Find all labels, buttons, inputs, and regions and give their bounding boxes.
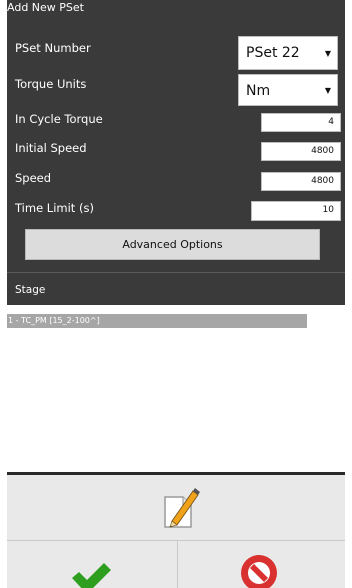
pencil-edit-icon [164,488,200,528]
torque-units-value: Nm [246,83,271,99]
advanced-options-button[interactable]: Advanced Options [25,229,320,260]
confirm-button[interactable] [7,541,178,588]
torque-units-select[interactable]: Nm ▼ [238,74,338,106]
initial-speed-label: Initial Speed [15,141,87,155]
stage-header-label: Stage [15,284,46,296]
pset-number-label: PSet Number [15,41,91,55]
speed-input[interactable]: 4800 [261,172,341,191]
pset-number-value: PSet 22 [246,45,300,61]
pset-number-select[interactable]: PSet 22 ▼ [238,36,338,70]
green-checkmark-icon [72,563,111,588]
chevron-down-icon: ▼ [324,86,331,95]
stage-list[interactable]: 1 - TC_PM [15_2-100^] [7,305,345,473]
speed-label: Speed [15,171,52,185]
chevron-down-icon: ▼ [324,49,331,58]
red-no-entry-icon [241,555,277,588]
cancel-button[interactable] [178,541,345,588]
dialog-title: Add New PSet [7,1,84,14]
stage-header: Stage [7,272,345,305]
action-button-area [7,475,345,588]
in-cycle-torque-input[interactable]: 4 [261,113,341,132]
time-limit-label: Time Limit (s) [15,201,94,215]
torque-units-label: Torque Units [15,77,87,91]
in-cycle-torque-label: In Cycle Torque [15,112,103,126]
time-limit-input[interactable]: 10 [251,201,341,221]
initial-speed-input[interactable]: 4800 [261,142,341,161]
stage-list-item[interactable]: 1 - TC_PM [15_2-100^] [7,314,307,328]
edit-button[interactable] [7,475,345,541]
